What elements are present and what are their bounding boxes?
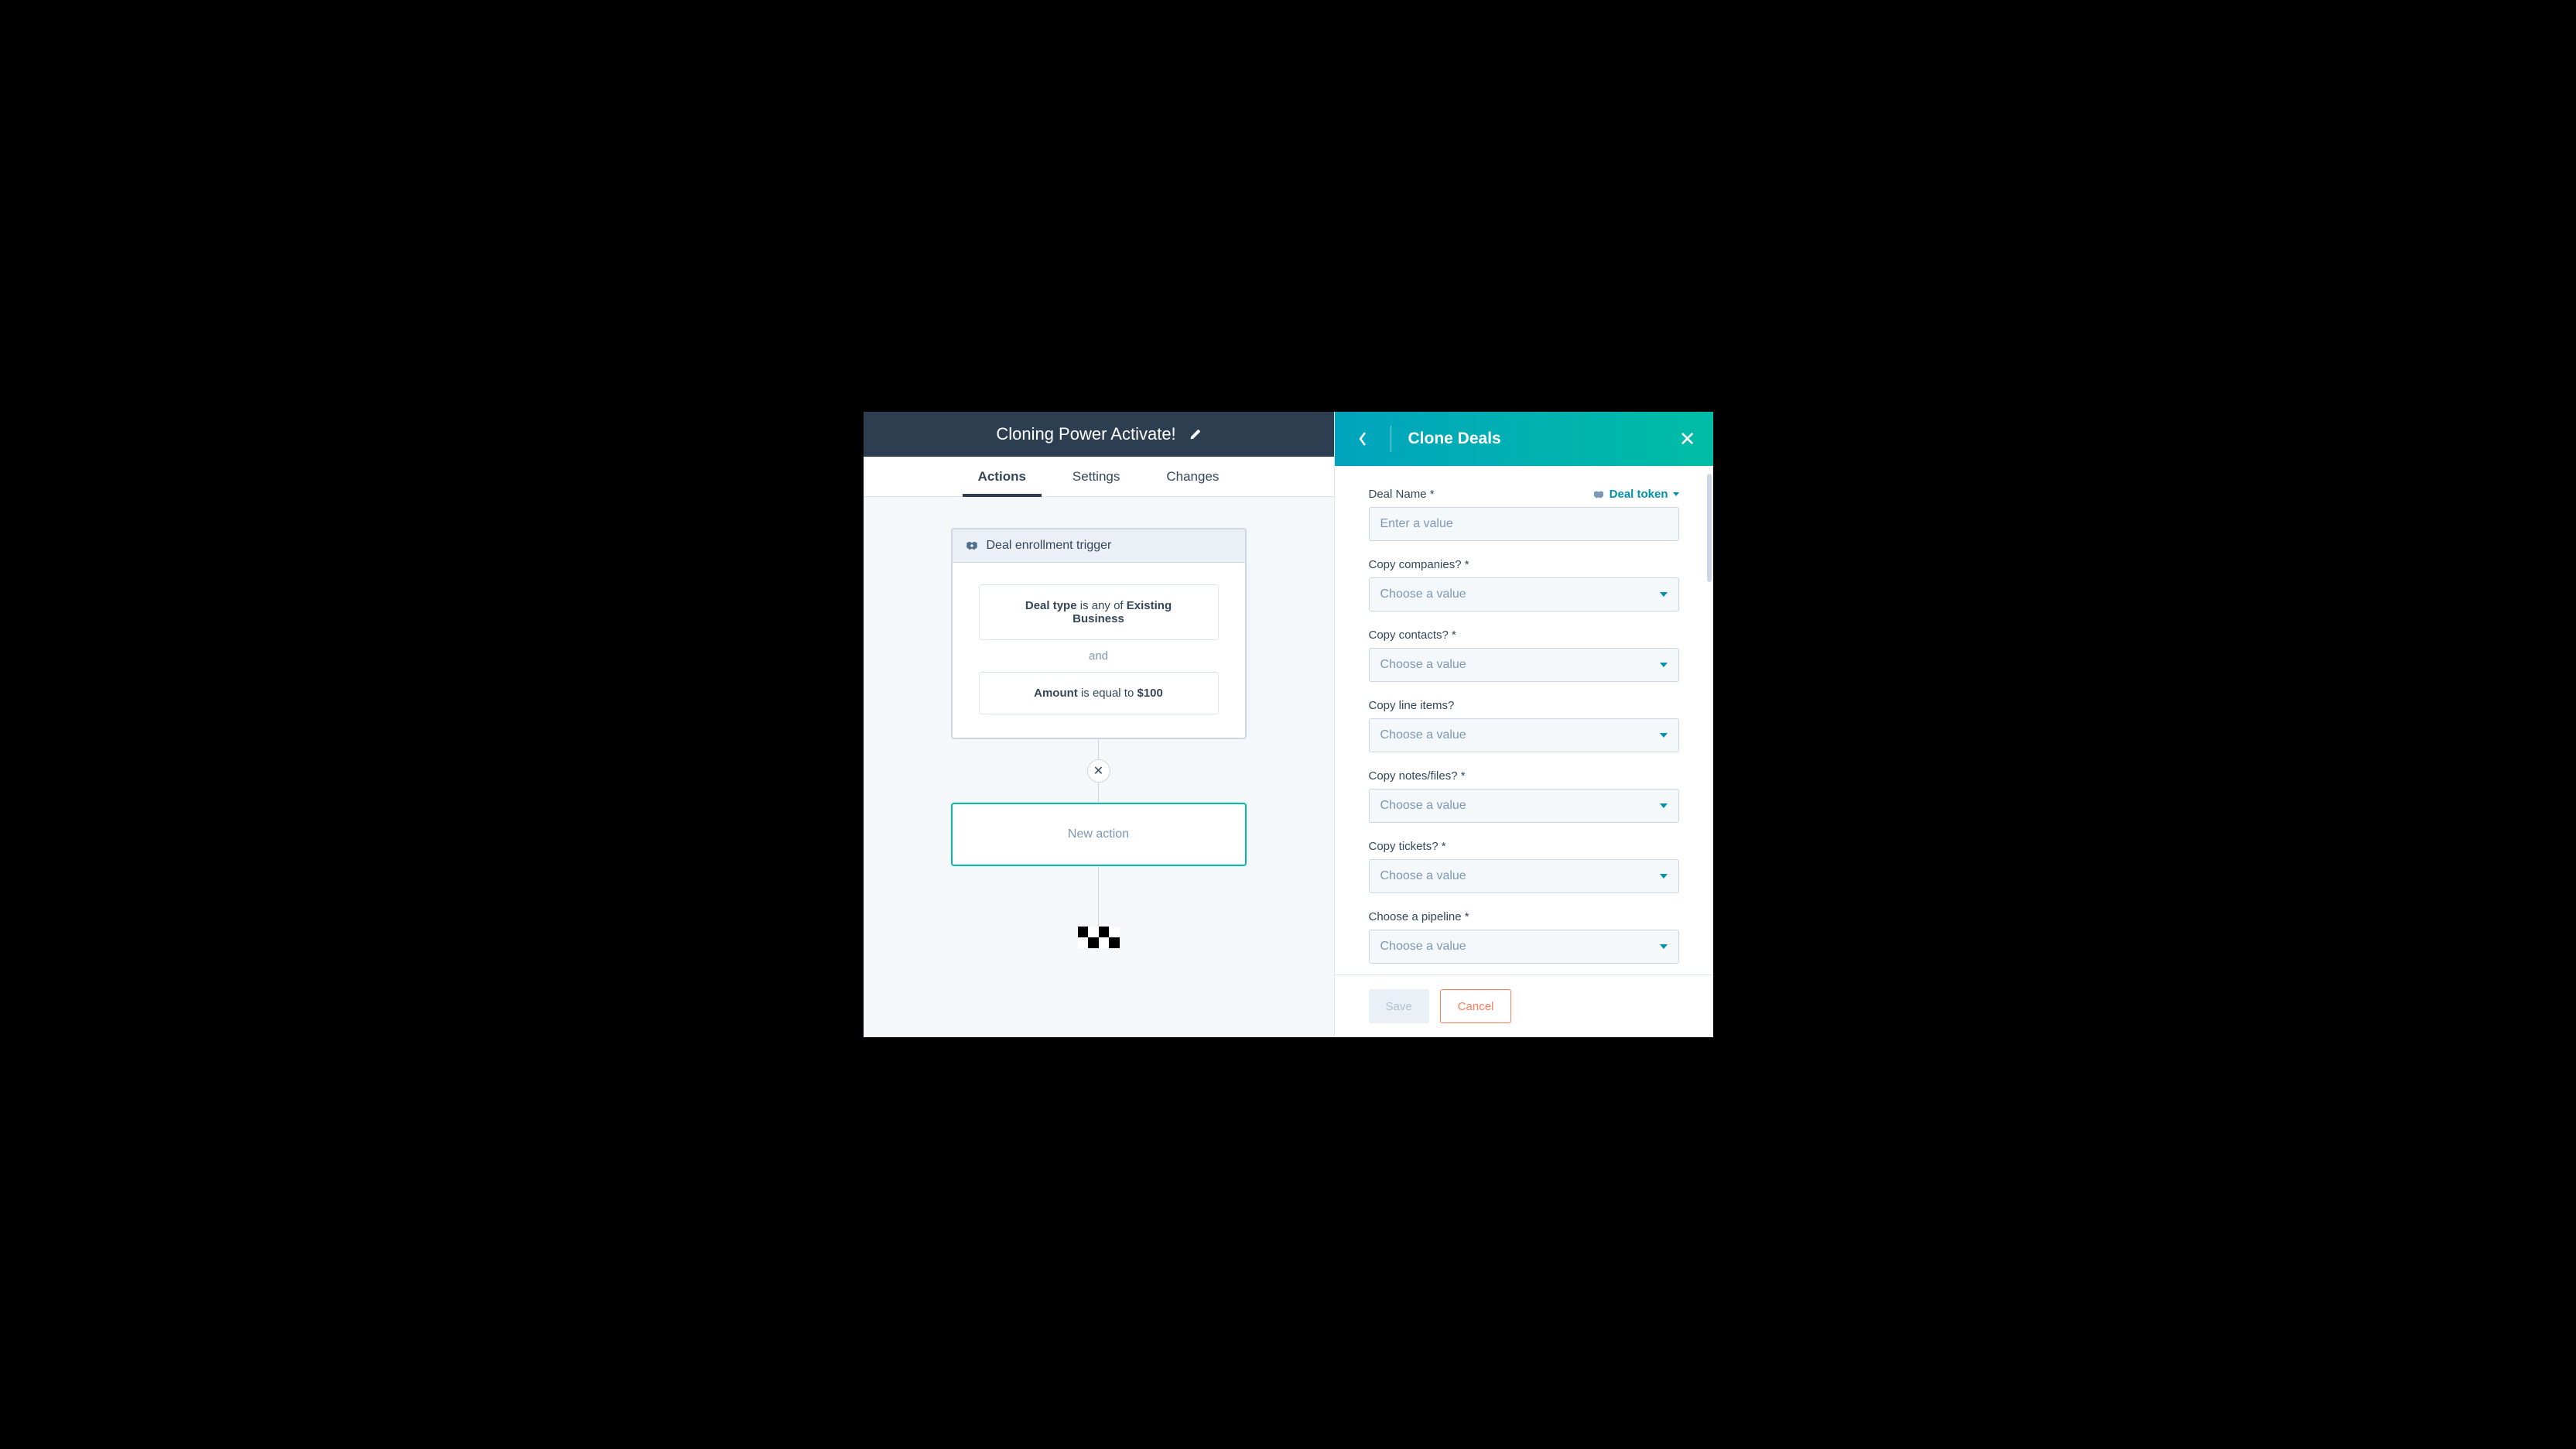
panel-body: Deal Name * Deal token Copy companies? *… bbox=[1335, 466, 1713, 975]
new-action-label: New action bbox=[1068, 827, 1129, 841]
field-copy-line-items: Copy line items? Choose a value bbox=[1369, 699, 1679, 752]
field-label: Deal Name * bbox=[1369, 488, 1435, 501]
handshake-icon bbox=[965, 540, 979, 551]
caret-down-icon bbox=[1673, 492, 1679, 496]
workflow-canvas: Deal enrollment trigger Deal type is any… bbox=[864, 497, 1334, 1037]
delete-step-button[interactable]: ✕ bbox=[1087, 759, 1110, 783]
caret-down-icon bbox=[1660, 944, 1668, 949]
field-copy-companies: Copy companies? * Choose a value bbox=[1369, 558, 1679, 611]
caret-down-icon bbox=[1660, 733, 1668, 738]
panel-footer: Save Cancel bbox=[1335, 975, 1713, 1037]
caret-down-icon bbox=[1660, 663, 1668, 667]
app-frame: Cloning Power Activate! Actions Settings… bbox=[864, 412, 1713, 1037]
filter-row-0[interactable]: Deal type is any of Existing Business bbox=[979, 584, 1219, 640]
save-button[interactable]: Save bbox=[1369, 989, 1429, 1023]
connector-line bbox=[1098, 866, 1099, 927]
cancel-button[interactable]: Cancel bbox=[1440, 989, 1512, 1023]
panel-header: Clone Deals ✕ bbox=[1335, 412, 1713, 466]
filter-field-1: Amount bbox=[1034, 687, 1078, 700]
copy-tickets-select[interactable]: Choose a value bbox=[1369, 859, 1679, 893]
filter-join: and bbox=[1089, 649, 1108, 663]
tab-actions[interactable]: Actions bbox=[978, 457, 1026, 496]
connector-line bbox=[1098, 739, 1099, 759]
handshake-icon bbox=[1592, 490, 1605, 499]
deal-name-input[interactable] bbox=[1369, 507, 1679, 541]
field-label: Copy contacts? * bbox=[1369, 629, 1679, 642]
panel-title: Clone Deals bbox=[1408, 430, 1679, 448]
field-label: Choose a pipeline * bbox=[1369, 910, 1679, 923]
copy-companies-select[interactable]: Choose a value bbox=[1369, 577, 1679, 611]
left-pane: Cloning Power Activate! Actions Settings… bbox=[864, 412, 1334, 1037]
filter-row-1[interactable]: Amount is equal to $100 bbox=[979, 672, 1219, 714]
workflow-title: Cloning Power Activate! bbox=[996, 424, 1175, 444]
edit-title-icon[interactable] bbox=[1189, 428, 1201, 440]
tab-bar: Actions Settings Changes bbox=[864, 457, 1334, 497]
trigger-card[interactable]: Deal enrollment trigger Deal type is any… bbox=[951, 528, 1247, 739]
copy-contacts-select[interactable]: Choose a value bbox=[1369, 648, 1679, 682]
connector-line bbox=[1098, 783, 1099, 803]
choose-pipeline-select[interactable]: Choose a value bbox=[1369, 930, 1679, 964]
copy-line-items-select[interactable]: Choose a value bbox=[1369, 718, 1679, 752]
trigger-body: Deal type is any of Existing Business an… bbox=[953, 563, 1245, 738]
field-label: Copy line items? bbox=[1369, 699, 1679, 712]
field-label: Copy companies? * bbox=[1369, 558, 1679, 571]
filter-field-0: Deal type bbox=[1025, 599, 1077, 612]
field-copy-tickets: Copy tickets? * Choose a value bbox=[1369, 840, 1679, 893]
caret-down-icon bbox=[1660, 803, 1668, 808]
caret-down-icon bbox=[1660, 592, 1668, 597]
field-choose-pipeline: Choose a pipeline * Choose a value bbox=[1369, 910, 1679, 964]
tab-changes[interactable]: Changes bbox=[1166, 457, 1219, 496]
header-bar: Cloning Power Activate! bbox=[864, 412, 1334, 457]
caret-down-icon bbox=[1660, 874, 1668, 879]
field-label: Copy tickets? * bbox=[1369, 840, 1679, 853]
finish-flag-icon bbox=[1078, 927, 1120, 948]
tab-settings[interactable]: Settings bbox=[1072, 457, 1120, 496]
close-panel-button[interactable]: ✕ bbox=[1679, 429, 1696, 449]
side-panel: Clone Deals ✕ Deal Name * Deal token Cop… bbox=[1334, 412, 1713, 1037]
trigger-header: Deal enrollment trigger bbox=[953, 529, 1245, 563]
field-copy-notes: Copy notes/files? * Choose a value bbox=[1369, 769, 1679, 823]
copy-notes-select[interactable]: Choose a value bbox=[1369, 789, 1679, 823]
field-label: Copy notes/files? * bbox=[1369, 769, 1679, 783]
scrollbar[interactable] bbox=[1707, 474, 1712, 582]
back-button[interactable] bbox=[1352, 428, 1374, 450]
field-deal-name: Deal Name * Deal token bbox=[1369, 488, 1679, 541]
trigger-header-label: Deal enrollment trigger bbox=[987, 539, 1112, 553]
new-action-card[interactable]: New action bbox=[951, 803, 1247, 866]
deal-token-link[interactable]: Deal token bbox=[1592, 488, 1679, 501]
filter-value-1: $100 bbox=[1137, 687, 1163, 700]
field-copy-contacts: Copy contacts? * Choose a value bbox=[1369, 629, 1679, 682]
